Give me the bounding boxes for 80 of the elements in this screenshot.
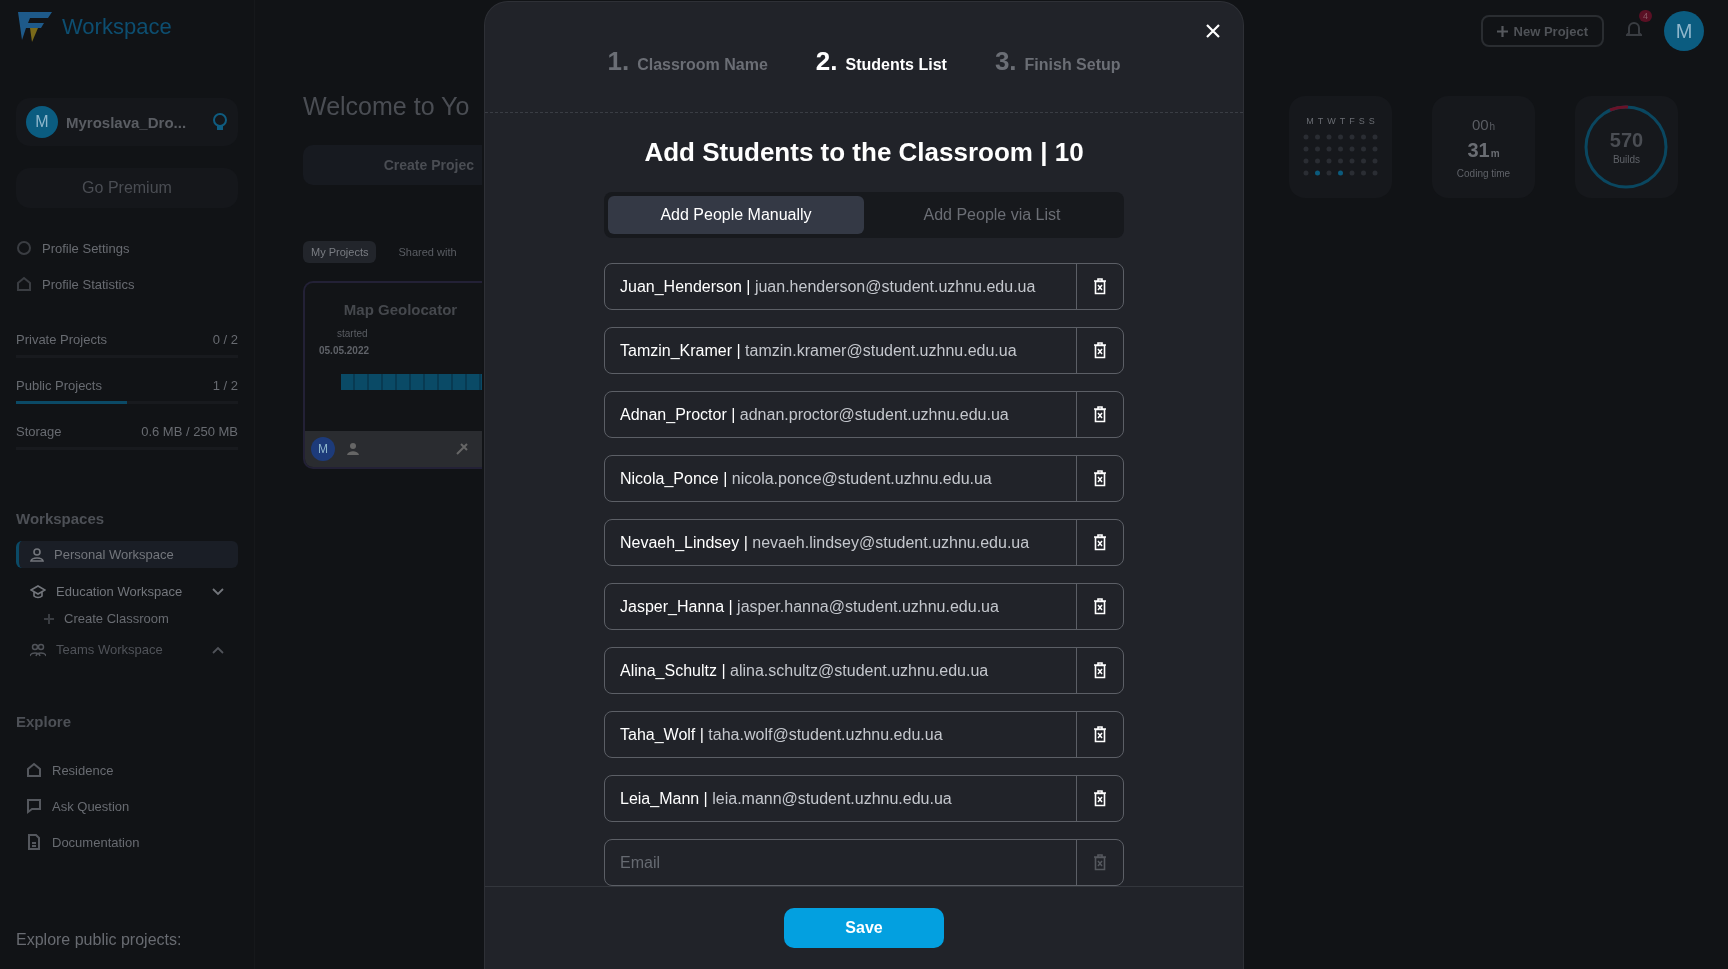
coding-time-label: Coding time [1456, 167, 1511, 179]
lightbulb-icon[interactable] [212, 113, 228, 131]
quota-label: Storage [16, 424, 62, 439]
weekday-label: M [1306, 116, 1314, 126]
trash-icon [1093, 726, 1107, 743]
dialog-title: Add Students to the Classroom | 10 [644, 136, 1084, 168]
mode-tab[interactable]: Add People Manually [608, 196, 864, 234]
student-field[interactable]: Adnan_Proctor | adnan.proctor@student.uzhnu.edu.ua [604, 391, 1124, 438]
student-field[interactable]: Nevaeh_Lindsey | nevaeh.lindsey@student.uzhnu.edu.ua [604, 519, 1124, 566]
chevron-icon[interactable] [212, 587, 224, 596]
save-button[interactable]: Save [784, 908, 944, 948]
logo-text: Workspace [62, 14, 172, 40]
create-classroom-link[interactable]: Create Classroom [64, 611, 169, 626]
graduation-cap-icon [30, 584, 46, 599]
plus-icon [44, 613, 54, 624]
student-field[interactable]: Taha_Wolf | taha.wolf@student.uzhnu.edu.ua [604, 711, 1124, 758]
quota-value: 0 / 2 [212, 332, 238, 347]
workspace-item[interactable]: Personal Workspace [16, 541, 238, 568]
weekday-label: T [1317, 116, 1324, 126]
start-date: 05.05.2022 [319, 345, 371, 356]
trash-icon [1093, 470, 1107, 487]
weekday-label: S [1368, 116, 1375, 126]
house-icon [16, 276, 32, 292]
trash-icon [1093, 662, 1107, 679]
wizard-step[interactable]: 3. Finish Setup [994, 46, 1121, 77]
minutes-value: 31m [1467, 138, 1500, 162]
trash-icon [1093, 342, 1107, 359]
trash-icon [1093, 854, 1107, 871]
mode-tab[interactable]: Add People via List [864, 196, 1120, 234]
workspace-item[interactable]: Education Workspace [16, 578, 238, 605]
house-icon [26, 762, 42, 778]
document-icon [26, 834, 42, 850]
trash-icon [1093, 406, 1107, 423]
go-premium-button[interactable]: Go Premium [16, 168, 238, 208]
projects-tab[interactable]: My Projects [303, 241, 377, 263]
nav-link[interactable]: Ask Question [52, 798, 130, 814]
notification-badge: 4 [1639, 10, 1652, 22]
trash-icon [1093, 278, 1107, 295]
wizard-step[interactable]: 1. Classroom Name [607, 46, 768, 77]
trash-icon [1093, 534, 1107, 551]
user-avatar[interactable]: M [1664, 11, 1704, 51]
quota-value: 1 / 2 [212, 378, 238, 393]
started-label: started [336, 328, 369, 339]
hours-value: 00h [1471, 115, 1496, 133]
user-name: Myroslava_Dro... [66, 113, 188, 131]
quota-label: Private Projects [16, 332, 108, 347]
trash-icon [1093, 790, 1107, 807]
student-field[interactable]: Alina_Schultz | alina.schultz@student.uzhnu.edu.ua [604, 647, 1124, 694]
student-field[interactable]: Tamzin_Kramer | tamzin.kramer@student.uzhnu.edu.ua [604, 327, 1124, 374]
student-field[interactable]: Nicola_Ponce | nicola.ponce@student.uzhnu.edu.ua [604, 455, 1124, 502]
trash-icon [1093, 598, 1107, 615]
wizard-step[interactable]: 2. Students List [815, 46, 947, 77]
close-icon[interactable] [1205, 23, 1221, 39]
weekday-label: W [1327, 116, 1336, 126]
student-field[interactable]: Jasper_Hanna | jasper.hanna@student.uzhnu.edu.ua [604, 583, 1124, 630]
user-card[interactable]: M Myroslava_Dro... [16, 98, 238, 146]
nav-link[interactable]: Residence [52, 762, 114, 778]
section-heading: Workspaces [16, 510, 106, 527]
student-field[interactable]: Juan_Henderson | juan.henderson@student.uzhnu.edu.ua [604, 263, 1124, 310]
weekday-label: T [1339, 116, 1346, 126]
new-project-button[interactable]: New Project [1480, 15, 1604, 47]
welcome-heading: Welcome to Yo [303, 92, 471, 121]
projects-tab[interactable]: Shared with [390, 241, 465, 263]
quota-value: 0.6 MB / 250 MB [141, 424, 238, 439]
member-avatar: M [311, 437, 335, 461]
section-heading: Explore [16, 713, 73, 730]
section-heading: Explore public projects: [16, 931, 183, 949]
nav-link[interactable]: Profile Settings [42, 240, 130, 256]
weekday-label: S [1358, 116, 1365, 126]
nav-link[interactable]: Profile Statistics [42, 276, 135, 292]
chat-icon [26, 798, 42, 814]
person-icon [30, 547, 44, 562]
weekday-label: F [1349, 116, 1355, 126]
plus-icon [1496, 25, 1508, 37]
user-avatar: M [26, 106, 58, 138]
builds-label: Builds [1612, 154, 1641, 165]
student-field[interactable]: Leia_Mann | leia.mann@student.uzhnu.edu.ua [604, 775, 1124, 822]
people-icon [30, 642, 46, 657]
quota-label: Public Projects [16, 378, 102, 393]
nav-link[interactable]: Documentation [52, 834, 140, 850]
